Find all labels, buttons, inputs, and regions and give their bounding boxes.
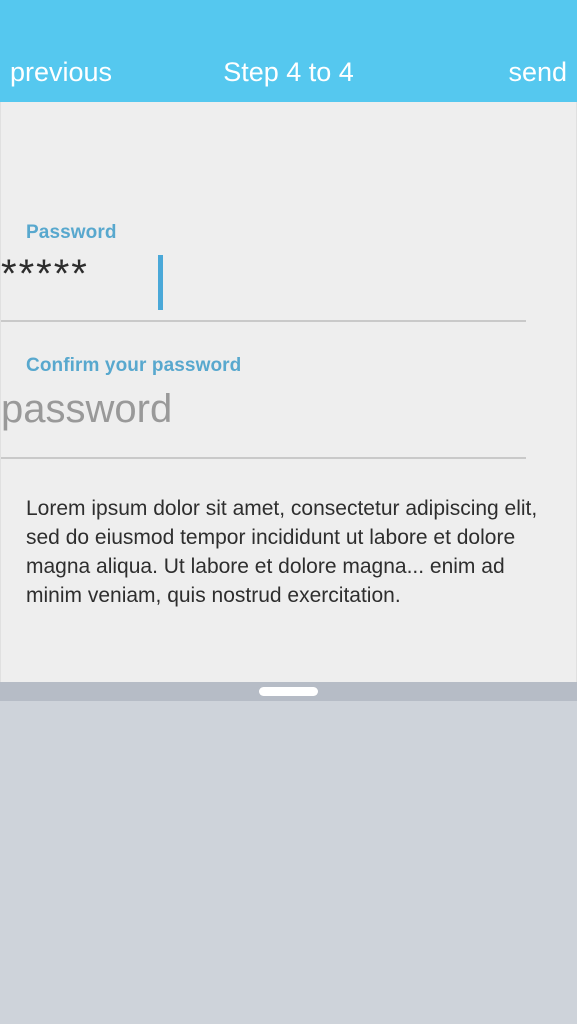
password-field-label: Password bbox=[26, 222, 117, 243]
confirm-password-field-underline bbox=[1, 457, 526, 459]
navigation-header: previous Step 4 to 4 send bbox=[0, 0, 577, 102]
confirm-password-input[interactable]: password bbox=[1, 387, 526, 432]
password-field-underline bbox=[1, 320, 526, 322]
send-button[interactable]: send bbox=[508, 56, 567, 88]
password-input[interactable]: ***** bbox=[1, 252, 526, 297]
keyboard-drag-handle[interactable] bbox=[259, 687, 318, 696]
text-caret bbox=[158, 255, 163, 310]
form-content: Password ***** Confirm your password pas… bbox=[0, 102, 577, 682]
phone-screen: previous Step 4 to 4 send Password *****… bbox=[0, 0, 577, 1024]
keyboard-handle-bar[interactable] bbox=[0, 682, 577, 701]
confirm-password-field-label: Confirm your password bbox=[26, 355, 242, 376]
step-title: Step 4 to 4 bbox=[223, 57, 354, 87]
virtual-keyboard: A Z E R T Y U I O P Q S D F G H J K L M … bbox=[0, 682, 577, 1024]
description-text: Lorem ipsum dolor sit amet, consectetur … bbox=[26, 497, 538, 607]
